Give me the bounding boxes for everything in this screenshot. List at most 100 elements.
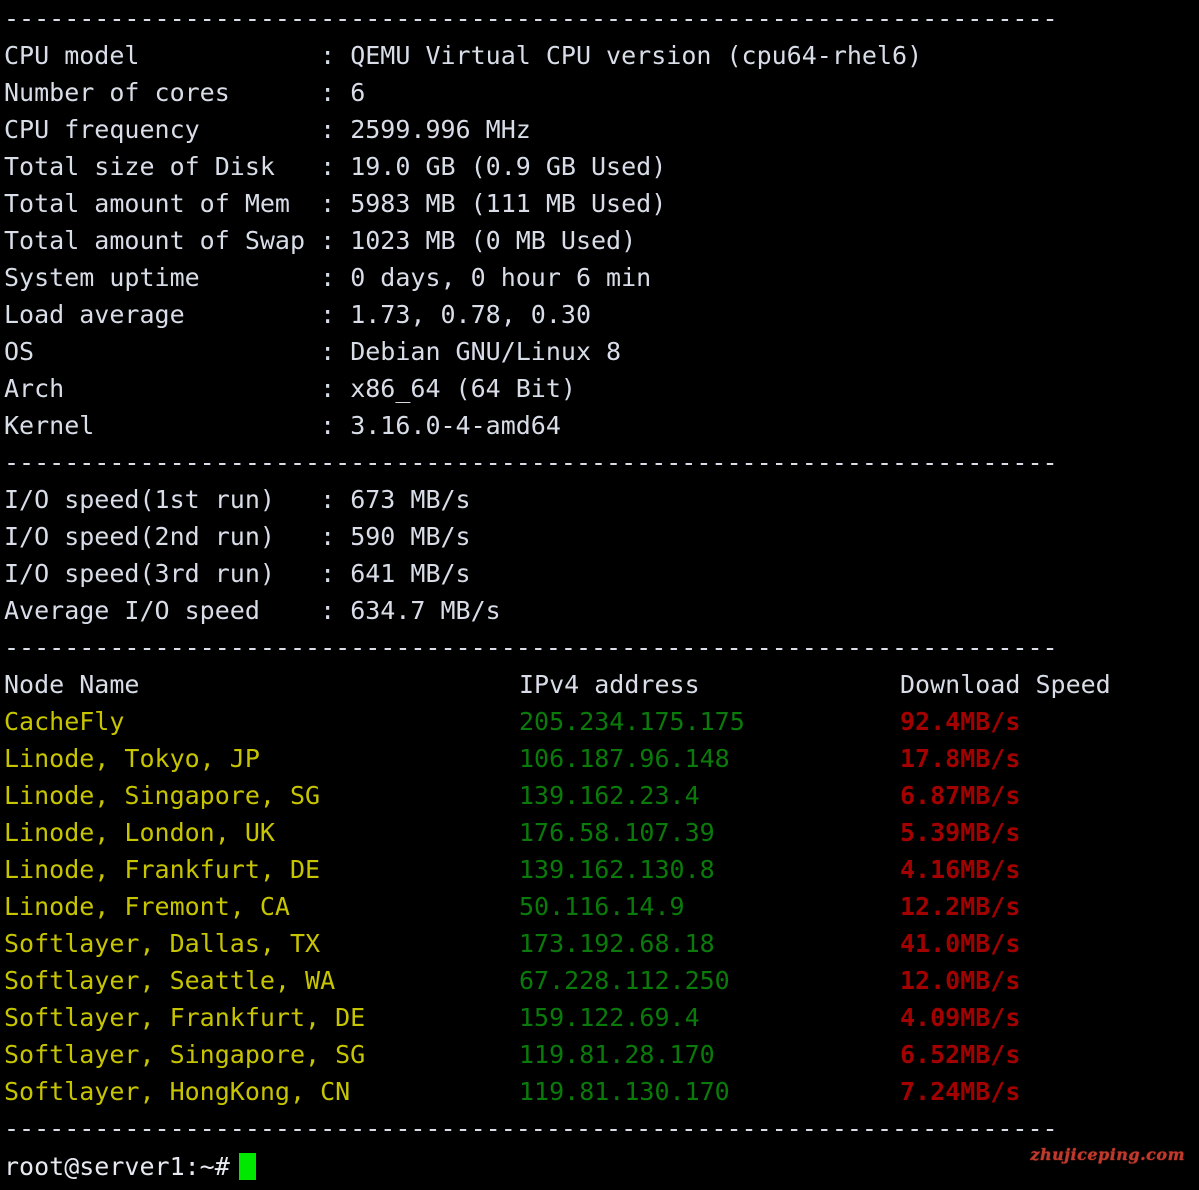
system-info-value: 2599.996 MHz [350, 115, 531, 144]
separator-colon: : [320, 559, 351, 588]
cell-ipv4-address: 50.116.14.9 [519, 892, 685, 921]
io-speed-label: I/O speed(1st run) [4, 485, 321, 514]
separator-colon: : [320, 189, 351, 218]
system-info-label: Arch [4, 374, 321, 403]
cell-ipv4-address: 106.187.96.148 [519, 744, 730, 773]
system-info-value: 19.0 GB (0.9 GB Used) [350, 152, 667, 181]
cell-node-name: Softlayer, Seattle, WA [4, 966, 336, 995]
table-row: Linode, London, UK 176.58.107.39 5.39MB/s [0, 814, 1199, 851]
system-info-row: CPU frequency : 2599.996 MHz [0, 111, 1199, 148]
separator-colon: : [320, 263, 351, 292]
table-row: Linode, Tokyo, JP 106.187.96.148 17.8MB/s [0, 740, 1199, 777]
system-info-value: 5983 MB (111 MB Used) [350, 189, 667, 218]
node-speed-table: Node Name IPv4 address Download Speed Cache… [0, 666, 1199, 1110]
cell-node-name: CacheFly [4, 707, 125, 736]
system-info-value: 1.73, 0.78, 0.30 [350, 300, 592, 329]
system-info-block: CPU model : QEMU Virtual CPU version (cp… [0, 37, 1199, 444]
cell-ipv4-address: 176.58.107.39 [519, 818, 715, 847]
cell-node-name: Linode, London, UK [4, 818, 275, 847]
cell-download-speed: 12.2MB/s [900, 892, 1021, 921]
cell-ipv4-address: 119.81.28.170 [519, 1040, 715, 1069]
system-info-row: CPU model : QEMU Virtual CPU version (cp… [0, 37, 1199, 74]
cell-download-speed: 6.52MB/s [900, 1040, 1021, 1069]
cell-download-speed: 92.4MB/s [900, 707, 1021, 736]
cell-download-speed: 17.8MB/s [900, 744, 1021, 773]
cell-download-speed: 4.09MB/s [900, 1003, 1021, 1032]
system-info-value: 1023 MB (0 MB Used) [350, 226, 637, 255]
cell-node-name: Linode, Singapore, SG [4, 781, 321, 810]
io-speed-value: 641 MB/s [350, 559, 471, 588]
system-info-row: Arch : x86_64 (64 Bit) [0, 370, 1199, 407]
cell-ipv4-address: 139.162.130.8 [519, 855, 715, 884]
io-speed-value: 634.7 MB/s [350, 596, 501, 625]
cell-node-name: Softlayer, Singapore, SG [4, 1040, 366, 1069]
table-row: Softlayer, Singapore, SG 119.81.28.170 6.5… [0, 1036, 1199, 1073]
separator-colon: : [320, 485, 351, 514]
io-speed-value: 590 MB/s [350, 522, 471, 551]
table-row: Softlayer, Frankfurt, DE 159.122.69.4 4.09… [0, 999, 1199, 1036]
cell-ipv4-address: 119.81.130.170 [519, 1077, 730, 1106]
system-info-label: Total amount of Swap [4, 226, 321, 255]
separator-colon: : [320, 411, 351, 440]
cell-node-name: Softlayer, Frankfurt, DE [4, 1003, 366, 1032]
io-speed-label: I/O speed(2nd run) [4, 522, 321, 551]
system-info-label: CPU model [4, 41, 321, 70]
table-row: Linode, Singapore, SG 139.162.23.4 6.87MB/… [0, 777, 1199, 814]
shell-prompt-line[interactable]: root@server1:~# [0, 1147, 1199, 1187]
separator-io: ----------------------------------------… [4, 448, 1058, 477]
cell-download-speed: 4.16MB/s [900, 855, 1021, 884]
node-table-header-row: Node Name IPv4 address Download Speed [0, 666, 1199, 703]
io-speed-row: Average I/O speed : 634.7 MB/s [0, 592, 1199, 629]
separator-colon: : [320, 374, 351, 403]
separator-colon: : [320, 522, 351, 551]
separator-colon: : [320, 115, 351, 144]
cell-download-speed: 5.39MB/s [900, 818, 1021, 847]
system-info-row: Total amount of Mem : 5983 MB (111 MB Us… [0, 185, 1199, 222]
cell-download-speed: 7.24MB/s [900, 1077, 1021, 1106]
watermark: zhujiceping.com [1030, 1145, 1185, 1164]
cell-ipv4-address: 67.228.112.250 [519, 966, 730, 995]
column-header-download-speed: Download Speed [900, 670, 1111, 699]
table-row: Softlayer, Seattle, WA 67.228.112.250 12.0… [0, 962, 1199, 999]
table-row: CacheFly 205.234.175.175 92.4MB/s [0, 703, 1199, 740]
cell-ipv4-address: 139.162.23.4 [519, 781, 700, 810]
table-row: Linode, Fremont, CA 50.116.14.9 12.2MB/s [0, 888, 1199, 925]
system-info-value: 6 [350, 78, 366, 107]
system-info-row: Number of cores : 6 [0, 74, 1199, 111]
system-info-row: Total amount of Swap : 1023 MB (0 MB Use… [0, 222, 1199, 259]
io-speed-row: I/O speed(1st run) : 673 MB/s [0, 481, 1199, 518]
separator-colon: : [320, 596, 351, 625]
system-info-row: Load average : 1.73, 0.78, 0.30 [0, 296, 1199, 333]
cell-ipv4-address: 159.122.69.4 [519, 1003, 700, 1032]
system-info-label: Total amount of Mem [4, 189, 321, 218]
cell-download-speed: 41.0MB/s [900, 929, 1021, 958]
table-row: Softlayer, HongKong, CN 119.81.130.170 7.2… [0, 1073, 1199, 1110]
prompt-text: root@server1:~# [4, 1152, 230, 1181]
separator-nodes: ----------------------------------------… [4, 633, 1058, 662]
terminal-window[interactable]: ----------------------------------------… [0, 0, 1199, 1190]
system-info-label: Total size of Disk [4, 152, 321, 181]
separator-colon: : [320, 226, 351, 255]
cell-download-speed: 6.87MB/s [900, 781, 1021, 810]
system-info-row: Kernel : 3.16.0-4-amd64 [0, 407, 1199, 444]
column-header-ipv4-address: IPv4 address [519, 670, 700, 699]
io-speed-block: I/O speed(1st run) : 673 MB/s I/O speed(2… [0, 481, 1199, 629]
io-speed-row: I/O speed(2nd run) : 590 MB/s [0, 518, 1199, 555]
system-info-label: Number of cores [4, 78, 321, 107]
cell-node-name: Softlayer, Dallas, TX [4, 929, 321, 958]
system-info-label: Kernel [4, 411, 321, 440]
cell-ipv4-address: 173.192.68.18 [519, 929, 715, 958]
separator-colon: : [320, 78, 351, 107]
cell-node-name: Softlayer, HongKong, CN [4, 1077, 351, 1106]
separator-colon: : [320, 300, 351, 329]
separator-colon: : [320, 152, 351, 181]
system-info-label: CPU frequency [4, 115, 321, 144]
system-info-value: Debian GNU/Linux 8 [350, 337, 622, 366]
system-info-row: OS : Debian GNU/Linux 8 [0, 333, 1199, 370]
cell-download-speed: 12.0MB/s [900, 966, 1021, 995]
system-info-value: 0 days, 0 hour 6 min [350, 263, 652, 292]
separator-colon: : [320, 337, 351, 366]
text-cursor [238, 1153, 256, 1180]
system-info-label: System uptime [4, 263, 321, 292]
system-info-row: Total size of Disk : 19.0 GB (0.9 GB Use… [0, 148, 1199, 185]
